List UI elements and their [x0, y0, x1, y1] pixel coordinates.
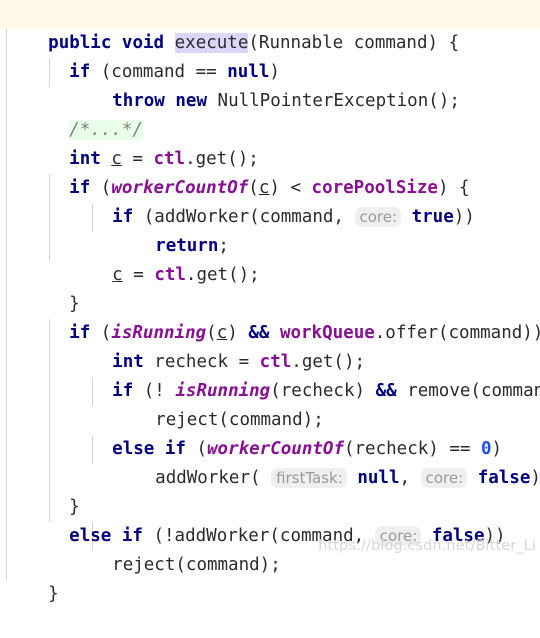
code-line-12[interactable]: int recheck = ctl.get(); — [0, 319, 540, 372]
code-line-14[interactable]: reject(command); — [0, 377, 540, 430]
code-line-10[interactable]: } — [0, 261, 540, 314]
code-line-20[interactable]: } — [0, 551, 540, 604]
code-line-2[interactable]: if (command == null) — [0, 29, 540, 82]
code-line-7[interactable]: if (addWorker(command, core: true)) — [0, 174, 540, 227]
code-line-9[interactable]: c = ctl.get(); — [0, 232, 540, 285]
code-line-4[interactable]: /*...*/ — [0, 87, 540, 140]
code-line-1[interactable]: public void execute(Runnable command) { — [0, 0, 540, 53]
code-line-8[interactable]: return; — [0, 203, 540, 256]
watermark-text: https://blog.csdn.net/Bitter_Li — [318, 538, 536, 554]
code-line-13[interactable]: if (! isRunning(recheck) && remove(comma… — [0, 348, 540, 401]
code-line-3[interactable]: throw new NullPointerException(); — [0, 58, 540, 111]
code-line-11[interactable]: if (isRunning(c) && workQueue.offer(comm… — [0, 290, 540, 343]
token-close-brace: } — [48, 584, 59, 604]
code-line-18[interactable]: else if (!addWorker(command, core: false… — [0, 493, 540, 546]
code-line-5[interactable]: int c = ctl.get(); — [0, 116, 540, 169]
code-line-15[interactable]: else if (workerCountOf(recheck) == 0) — [0, 406, 540, 459]
code-line-6[interactable]: if (workerCountOf(c) < corePoolSize) { — [0, 145, 540, 198]
code-line-16[interactable]: addWorker( firstTask: null, core: false)… — [0, 435, 540, 488]
code-editor[interactable]: public void execute(Runnable command) { … — [0, 0, 540, 604]
code-line-17[interactable]: } — [0, 464, 540, 517]
